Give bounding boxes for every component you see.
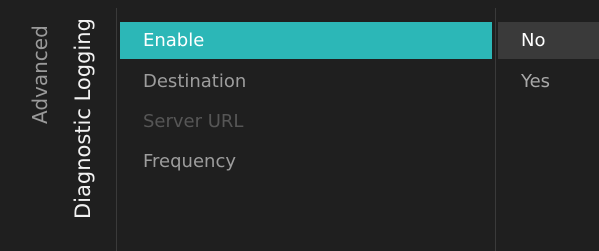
option-yes[interactable]: Yes xyxy=(498,62,599,102)
option-no[interactable]: No xyxy=(498,22,599,59)
settings-menu: Enable Destination Server URL Frequency xyxy=(120,22,492,182)
menu-item-server-url: Server URL xyxy=(143,111,244,132)
options-list: No Yes xyxy=(498,22,599,102)
column-divider xyxy=(495,8,496,251)
menu-item-frequency[interactable]: Frequency xyxy=(120,142,492,182)
column-divider xyxy=(116,8,117,251)
menu-item-destination[interactable]: Destination xyxy=(120,62,492,102)
breadcrumb-parent[interactable]: Advanced xyxy=(28,25,52,124)
breadcrumb-current: Diagnostic Logging xyxy=(71,18,95,219)
settings-screen: Advanced Diagnostic Logging Enable Desti… xyxy=(0,0,599,251)
menu-item-enable[interactable]: Enable xyxy=(120,22,492,59)
